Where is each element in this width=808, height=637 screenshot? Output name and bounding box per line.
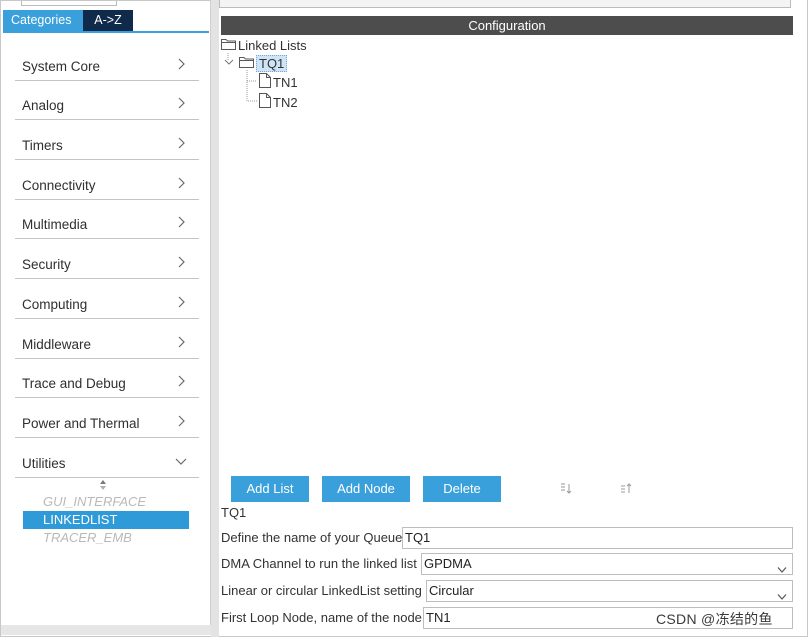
chevron-down-icon	[175, 455, 187, 467]
list-type-select[interactable]: Circular	[426, 580, 793, 602]
move-down-icon[interactable]	[559, 482, 573, 496]
chevron-right-icon	[175, 97, 187, 109]
list-type-value: Circular	[429, 583, 474, 598]
tree-root-label: Linked Lists	[238, 37, 307, 53]
top-panel-stub	[219, 0, 791, 8]
add-list-button[interactable]: Add List	[231, 476, 309, 502]
chevron-right-icon	[175, 256, 187, 268]
category-utilities[interactable]: Utilities	[15, 438, 199, 478]
tree-node-label: TN1	[273, 75, 298, 90]
tree-node-label: TN2	[273, 95, 298, 110]
tab-underline	[3, 31, 209, 33]
configuration-panel: Configuration Linked Lists TQ1 TN1 TN2 A…	[219, 0, 807, 636]
category-multimedia[interactable]: Multimedia	[15, 200, 199, 240]
category-label: Security	[22, 257, 71, 273]
tree-queue-label: TQ1	[256, 54, 288, 72]
category-label: Power and Thermal	[22, 415, 140, 431]
dma-channel-value: GPDMA	[424, 556, 472, 571]
category-label: Multimedia	[22, 217, 88, 233]
category-label: Computing	[22, 296, 88, 312]
queue-name-input[interactable]: TQ1	[402, 527, 793, 549]
utility-gui-interface[interactable]: GUI_INTERFACE	[23, 493, 189, 511]
folder-icon	[239, 55, 254, 73]
first-loop-node-label: First Loop Node, name of the node	[221, 610, 422, 625]
tree-node-tn2[interactable]: TN2	[259, 93, 298, 111]
dma-channel-row: DMA Channel to run the linked list GPDMA	[221, 553, 793, 575]
tree-node-tn1[interactable]: TN1	[259, 73, 298, 91]
category-trace-and-debug[interactable]: Trace and Debug	[15, 359, 199, 399]
category-power-and-thermal[interactable]: Power and Thermal	[15, 398, 199, 438]
panel-splitter[interactable]	[211, 0, 219, 637]
file-icon	[259, 73, 271, 93]
watermark-text: CSDN @冻结的鱼	[656, 611, 773, 627]
category-computing[interactable]: Computing	[15, 279, 199, 319]
chevron-right-icon	[175, 216, 187, 228]
move-up-icon[interactable]	[619, 482, 633, 496]
chevron-right-icon	[175, 296, 187, 308]
search-box-stub[interactable]	[21, 1, 117, 6]
category-label: Timers	[22, 138, 63, 154]
category-connectivity[interactable]: Connectivity	[15, 160, 199, 200]
category-label: Utilities	[22, 455, 66, 471]
tab-a-to-z[interactable]: A->Z	[83, 10, 133, 31]
category-system-core[interactable]: System Core	[15, 41, 199, 81]
sidebar-scroll-area	[1, 625, 211, 635]
add-node-button[interactable]: Add Node	[322, 476, 410, 502]
chevron-down-icon	[223, 55, 235, 73]
chevron-right-icon	[175, 177, 187, 189]
sidebar-tabs: Categories A->Z	[3, 10, 133, 31]
chevron-down-icon	[777, 560, 787, 573]
chevron-right-icon	[175, 375, 187, 387]
tree-queue-tq1[interactable]: TQ1	[223, 54, 288, 73]
chevron-right-icon	[175, 415, 187, 427]
category-label: Connectivity	[22, 177, 96, 193]
chevron-right-icon	[175, 58, 187, 70]
list-type-label: Linear or circular LinkedList setting	[221, 583, 422, 598]
category-timers[interactable]: Timers	[15, 120, 199, 161]
chevron-right-icon	[175, 336, 187, 348]
queue-name-row: Define the name of your Queue TQ1	[221, 527, 793, 549]
category-label: Analog	[22, 98, 65, 114]
file-icon	[259, 93, 271, 113]
category-label: System Core	[22, 58, 101, 74]
chevron-down-icon	[777, 587, 787, 600]
category-analog[interactable]: Analog	[15, 81, 199, 121]
chevron-right-icon	[175, 137, 187, 149]
dma-channel-label: DMA Channel to run the linked list	[221, 556, 417, 571]
category-middleware[interactable]: Middleware	[15, 319, 199, 359]
selected-item-title: TQ1	[221, 505, 247, 520]
utilities-list: GUI_INTERFACE LINKEDLIST TRACER_EMB	[23, 493, 189, 547]
category-security[interactable]: Security	[15, 239, 199, 280]
list-type-row: Linear or circular LinkedList setting Ci…	[221, 580, 793, 602]
category-label: Trace and Debug	[22, 376, 126, 392]
sort-updown-icon[interactable]	[98, 479, 108, 491]
tree-root-linked-lists[interactable]: Linked Lists	[221, 36, 307, 54]
configuration-header: Configuration	[221, 16, 793, 35]
category-list: System Core Analog Timers Connectivity M…	[15, 41, 199, 478]
queue-name-label: Define the name of your Queue	[221, 530, 403, 545]
dma-channel-select[interactable]: GPDMA	[421, 553, 793, 575]
tab-categories[interactable]: Categories	[3, 10, 83, 31]
categories-sidebar: Categories A->Z System Core Analog Timer…	[1, 1, 211, 635]
linked-list-tree: Linked Lists TQ1 TN1 TN2	[219, 36, 793, 466]
category-label: Middleware	[22, 336, 92, 352]
utility-linkedlist[interactable]: LINKEDLIST	[23, 511, 189, 529]
folder-icon	[221, 37, 236, 55]
delete-button[interactable]: Delete	[423, 476, 501, 502]
utility-tracer-emb[interactable]: TRACER_EMB	[23, 529, 189, 547]
